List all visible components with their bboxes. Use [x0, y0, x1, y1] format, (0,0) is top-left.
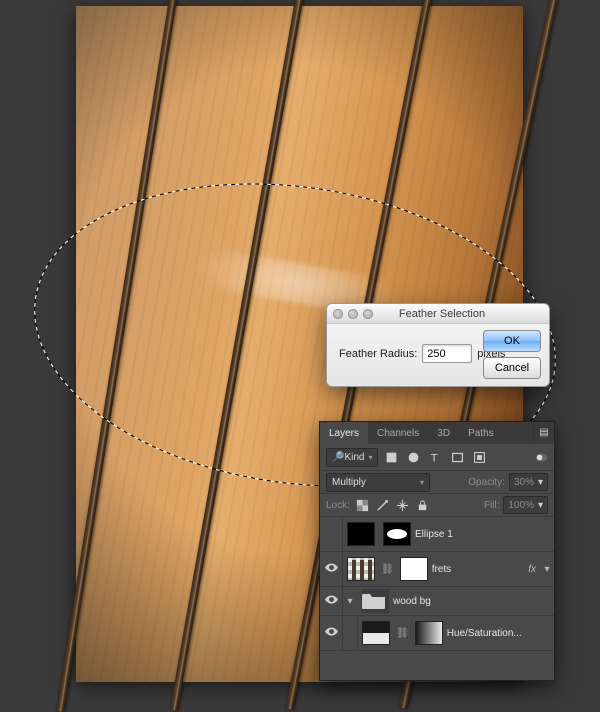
layer-name[interactable]: Ellipse 1 — [415, 529, 554, 540]
cancel-button[interactable]: Cancel — [483, 357, 541, 379]
layer-row-woodbg-group[interactable]: ▾ wood bg — [320, 587, 554, 616]
svg-text:T: T — [431, 452, 438, 463]
layer-mask-thumbnail[interactable] — [400, 557, 428, 581]
feather-selection-dialog: Feather Selection Feather Radius: pixels… — [326, 303, 550, 387]
panel-menu-icon[interactable]: ▤ — [533, 422, 554, 444]
lock-transparency-icon[interactable] — [356, 498, 370, 512]
tab-layers[interactable]: Layers — [320, 422, 368, 444]
layer-name[interactable]: frets — [432, 564, 529, 575]
filter-pixel-icon[interactable] — [382, 448, 400, 466]
opacity-input[interactable]: 30% ▾ — [509, 473, 548, 491]
workspace: Feather Selection Feather Radius: pixels… — [0, 0, 600, 689]
layer-thumbnail[interactable] — [347, 557, 375, 581]
layer-filter-row: 🔎 Kind ▾ T — [320, 444, 554, 471]
feather-radius-input[interactable] — [422, 344, 472, 363]
chevron-down-icon: ▾ — [368, 453, 372, 462]
filter-shape-icon[interactable] — [448, 448, 466, 466]
folder-disclosure-icon[interactable]: ▾ — [343, 596, 357, 607]
layer-mask-thumbnail[interactable] — [415, 621, 443, 645]
opacity-label: Opacity: — [468, 477, 505, 488]
dialog-titlebar[interactable]: Feather Selection — [327, 304, 549, 324]
filter-toggle-switch[interactable] — [534, 450, 548, 464]
layer-row-ellipse[interactable]: Ellipse 1 — [320, 517, 554, 552]
visibility-toggle[interactable] — [320, 616, 343, 650]
lock-pixels-icon[interactable] — [376, 498, 390, 512]
link-icon[interactable]: ⛓ — [379, 564, 396, 575]
eye-icon — [325, 563, 338, 575]
chevron-down-icon[interactable]: ▾ — [540, 564, 554, 575]
eye-icon — [325, 595, 338, 607]
filter-smart-icon[interactable] — [470, 448, 488, 466]
eye-icon — [325, 627, 338, 639]
tab-channels[interactable]: Channels — [368, 422, 428, 444]
visibility-toggle[interactable] — [320, 552, 343, 586]
layers-panel: Layers Channels 3D Paths ▤ 🔎 Kind ▾ T Mu… — [319, 421, 555, 681]
filter-kind-label: Kind — [344, 452, 364, 463]
lock-position-icon[interactable] — [396, 498, 410, 512]
tab-paths[interactable]: Paths — [459, 422, 503, 444]
chevron-down-icon: ▾ — [420, 478, 424, 487]
search-icon: 🔎 — [332, 452, 344, 463]
fill-input[interactable]: 100% ▾ — [503, 496, 548, 514]
layer-row-frets[interactable]: ⛓ frets fx ▾ — [320, 552, 554, 587]
dialog-title: Feather Selection — [335, 308, 549, 320]
filter-type-icon[interactable]: T — [426, 448, 444, 466]
fx-badge[interactable]: fx — [528, 564, 536, 575]
lock-label: Lock: — [326, 500, 350, 511]
layer-row-huesat[interactable]: ⛓ Hue/Saturation... — [320, 616, 554, 651]
layer-thumbnail[interactable] — [347, 522, 375, 546]
filter-kind-select[interactable]: 🔎 Kind ▾ — [326, 448, 378, 467]
chevron-down-icon: ▾ — [538, 500, 543, 511]
group-indent — [343, 616, 358, 650]
ok-button[interactable]: OK — [483, 330, 541, 352]
blend-mode-select[interactable]: Multiply ▾ — [326, 473, 430, 492]
fill-value: 100% — [508, 500, 534, 511]
layer-name[interactable]: wood bg — [393, 596, 554, 607]
visibility-toggle[interactable] — [320, 517, 343, 551]
tab-3d[interactable]: 3D — [428, 422, 459, 444]
adjustment-icon[interactable] — [362, 621, 390, 645]
layer-mask-thumbnail[interactable] — [383, 522, 411, 546]
link-icon[interactable]: ⛓ — [394, 628, 411, 639]
layer-list: Ellipse 1 ⛓ frets fx ▾ ▾ wood bg — [320, 517, 554, 651]
opacity-value: 30% — [514, 477, 534, 488]
layer-name[interactable]: Hue/Saturation... — [447, 628, 554, 639]
lock-all-icon[interactable] — [416, 498, 430, 512]
blend-mode-label: Multiply — [332, 477, 366, 488]
feather-radius-label: Feather Radius: — [339, 348, 417, 360]
folder-icon — [361, 589, 389, 613]
chevron-down-icon: ▾ — [538, 477, 543, 488]
panel-tabs: Layers Channels 3D Paths ▤ — [320, 422, 554, 444]
fill-label: Fill: — [484, 500, 500, 511]
filter-adjust-icon[interactable] — [404, 448, 422, 466]
visibility-toggle[interactable] — [320, 587, 343, 615]
